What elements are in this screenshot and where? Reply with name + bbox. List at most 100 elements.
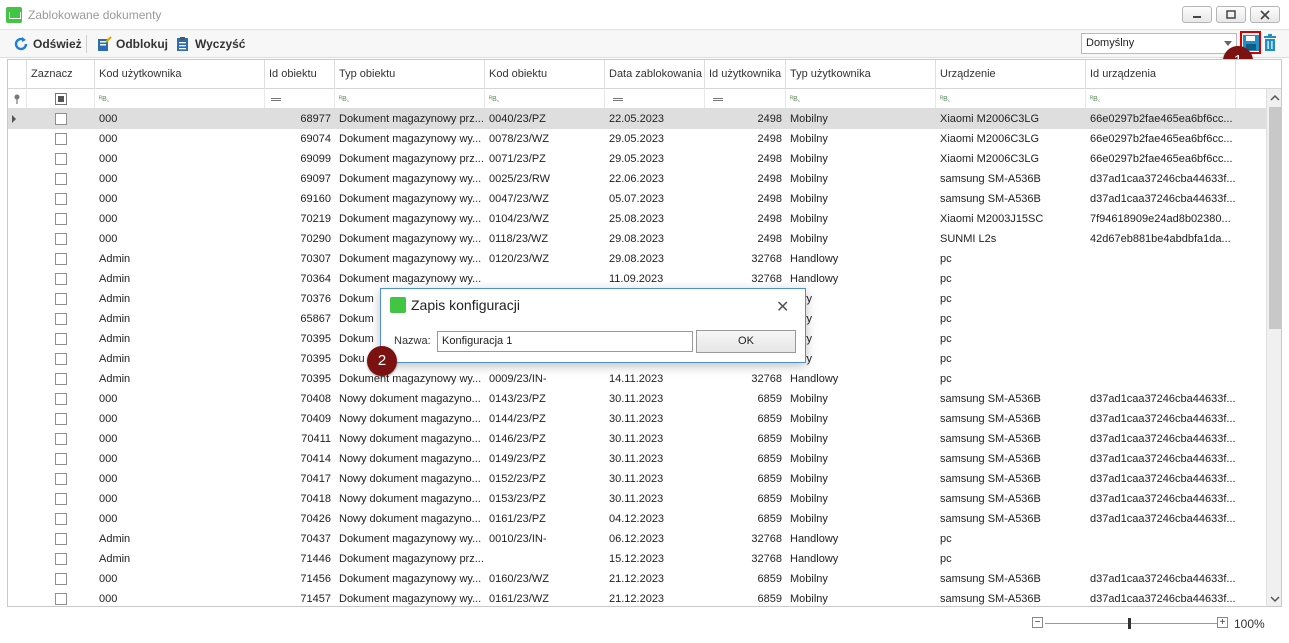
cell-object-id: 69160 xyxy=(300,193,331,205)
row-checkbox[interactable] xyxy=(55,393,67,405)
cell-object-id: 71456 xyxy=(300,573,331,585)
table-row[interactable]: 000 70426 Nowy dokument magazyno... 0161/23… xyxy=(8,509,1266,529)
table-row[interactable]: 000 70409 Nowy dokument magazyno... 0144/23… xyxy=(8,409,1266,429)
row-checkbox[interactable] xyxy=(55,413,67,425)
cell-object-type: Nowy dokument magazyno... xyxy=(339,493,481,505)
filter-user-code[interactable]: ᴿB꜀ xyxy=(95,89,265,108)
row-checkbox[interactable] xyxy=(55,473,67,485)
header-select[interactable]: Zaznacz xyxy=(27,60,95,89)
cell-object-code: 0153/23/PZ xyxy=(489,493,546,505)
row-checkbox[interactable] xyxy=(55,153,67,165)
row-checkbox[interactable] xyxy=(55,493,67,505)
header-object-type[interactable]: Typ obiektu xyxy=(335,60,485,89)
row-checkbox[interactable] xyxy=(55,353,67,365)
row-checkbox[interactable] xyxy=(55,553,67,565)
maximize-button[interactable] xyxy=(1216,6,1246,23)
ok-button[interactable]: OK xyxy=(696,330,796,353)
row-checkbox[interactable] xyxy=(55,313,67,325)
row-checkbox[interactable] xyxy=(55,273,67,285)
table-row[interactable]: 000 70414 Nowy dokument magazyno... 0149/23… xyxy=(8,449,1266,469)
table-row[interactable]: 000 70411 Nowy dokument magazyno... 0146/23… xyxy=(8,429,1266,449)
row-checkbox[interactable] xyxy=(55,373,67,385)
row-checkbox[interactable] xyxy=(55,333,67,345)
scrollbar-thumb[interactable] xyxy=(1269,107,1281,329)
table-row[interactable]: 000 71457 Dokument magazynowy wy... 0161/23… xyxy=(8,589,1266,606)
close-button[interactable] xyxy=(1250,6,1280,23)
row-checkbox[interactable] xyxy=(55,533,67,545)
table-row[interactable]: Admin 70307 Dokument magazynowy wy... 0120/… xyxy=(8,249,1266,269)
cell-user-code: 000 xyxy=(99,493,118,505)
name-input[interactable]: Konfiguracja 1 xyxy=(437,331,693,352)
header-user-type[interactable]: Typ użytkownika xyxy=(786,60,936,89)
table-row[interactable]: 000 68977 Dokument magazynowy prz... 0040/2… xyxy=(8,109,1266,129)
header-object-code[interactable]: Kod obiektu xyxy=(485,60,605,89)
unlock-button[interactable]: Odblokuj xyxy=(96,34,168,54)
cell-device: samsung SM-A536B xyxy=(940,193,1041,205)
zoom-slider-track[interactable] xyxy=(1045,623,1217,624)
filter-user-type[interactable]: ᴿB꜀ xyxy=(786,89,936,108)
table-row[interactable]: 000 71456 Dokument magazynowy wy... 0160/23… xyxy=(8,569,1266,589)
filter-device[interactable]: ᴿB꜀ xyxy=(936,89,1086,108)
header-device[interactable]: Urządzenie xyxy=(936,60,1086,89)
cell-device: pc xyxy=(940,293,952,305)
row-checkbox[interactable] xyxy=(55,173,67,185)
row-checkbox[interactable] xyxy=(55,573,67,585)
filter-object-code[interactable]: ᴿB꜀ xyxy=(485,89,605,108)
refresh-button[interactable]: Odśwież xyxy=(13,34,82,54)
row-checkbox[interactable] xyxy=(55,213,67,225)
table-row[interactable]: 000 70219 Dokument magazynowy wy... 0104/23… xyxy=(8,209,1266,229)
header-user-code[interactable]: Kod użytkownika xyxy=(95,60,265,89)
table-row[interactable]: 000 70418 Nowy dokument magazyno... 0153/23… xyxy=(8,489,1266,509)
filter-device-id[interactable]: ᴿB꜀ xyxy=(1086,89,1236,108)
row-checkbox[interactable] xyxy=(55,593,67,605)
cell-device-id: 66e0297b2fae465ea6bf6cc... xyxy=(1090,113,1233,125)
table-row[interactable]: 000 70290 Dokument magazynowy wy... 0118/23… xyxy=(8,229,1266,249)
row-checkbox[interactable] xyxy=(55,293,67,305)
configuration-select[interactable]: Domyślny xyxy=(1081,33,1237,54)
cell-user-type: Handlowy xyxy=(790,553,839,565)
filter-object-id[interactable] xyxy=(265,89,335,108)
row-checkbox[interactable] xyxy=(55,193,67,205)
row-checkbox[interactable] xyxy=(55,433,67,445)
table-row[interactable]: 000 70408 Nowy dokument magazyno... 0143/23… xyxy=(8,389,1266,409)
minimize-button[interactable] xyxy=(1182,6,1212,23)
header-device-id[interactable]: Id urządzenia xyxy=(1086,60,1236,89)
header-lock-date[interactable]: Data zablokowania xyxy=(605,60,705,89)
cell-user-id: 6859 xyxy=(757,413,782,425)
row-checkbox[interactable] xyxy=(55,513,67,525)
zoom-slider-thumb[interactable] xyxy=(1128,618,1131,629)
table-row[interactable]: Admin 71446 Dokument magazynowy prz... 15.1… xyxy=(8,549,1266,569)
vertical-scrollbar[interactable] xyxy=(1266,89,1281,606)
filter-pin-cell[interactable] xyxy=(8,89,27,108)
cell-user-code: 000 xyxy=(99,153,118,165)
close-icon[interactable]: ✕ xyxy=(776,297,789,317)
row-checkbox[interactable] xyxy=(55,253,67,265)
row-checkbox[interactable] xyxy=(55,233,67,245)
header-object-id[interactable]: Id obiektu xyxy=(265,60,335,89)
cell-lock-date: 14.11.2023 xyxy=(609,373,664,385)
table-row[interactable]: 000 70417 Nowy dokument magazyno... 0152/23… xyxy=(8,469,1266,489)
table-row[interactable]: Admin 70437 Dokument magazynowy wy... 0010/… xyxy=(8,529,1266,549)
row-checkbox[interactable] xyxy=(55,453,67,465)
zoom-out-button[interactable]: − xyxy=(1032,617,1043,628)
cell-device-id: d37ad1caa37246cba44633f... xyxy=(1090,173,1236,185)
table-row[interactable]: 000 69097 Dokument magazynowy wy... 0025/23… xyxy=(8,169,1266,189)
select-all-checkbox[interactable] xyxy=(55,93,67,105)
filter-object-type[interactable]: ᴿB꜀ xyxy=(335,89,485,108)
filter-user-id[interactable] xyxy=(705,89,786,108)
table-row[interactable]: Admin 70395 Dokument magazynowy wy... 0009/… xyxy=(8,369,1266,389)
table-row[interactable]: 000 69160 Dokument magazynowy wy... 0047/23… xyxy=(8,189,1266,209)
delete-configuration-button[interactable] xyxy=(1262,34,1280,54)
header-user-id[interactable]: Id użytkownika xyxy=(705,60,786,89)
filter-lock-date[interactable] xyxy=(605,89,705,108)
cell-user-id: 32768 xyxy=(751,373,782,385)
row-checkbox[interactable] xyxy=(55,133,67,145)
table-row[interactable]: Admin 70364 Dokument magazynowy wy... 11.09… xyxy=(8,269,1266,289)
table-row[interactable]: 000 69099 Dokument magazynowy prz... 0071/2… xyxy=(8,149,1266,169)
scroll-up-icon xyxy=(1270,94,1280,101)
row-checkbox[interactable] xyxy=(55,113,67,125)
filter-select-all[interactable] xyxy=(27,89,95,108)
table-row[interactable]: 000 69074 Dokument magazynowy wy... 0078/23… xyxy=(8,129,1266,149)
clear-button[interactable]: Wyczyść xyxy=(175,34,245,54)
zoom-in-button[interactable]: + xyxy=(1217,617,1228,628)
